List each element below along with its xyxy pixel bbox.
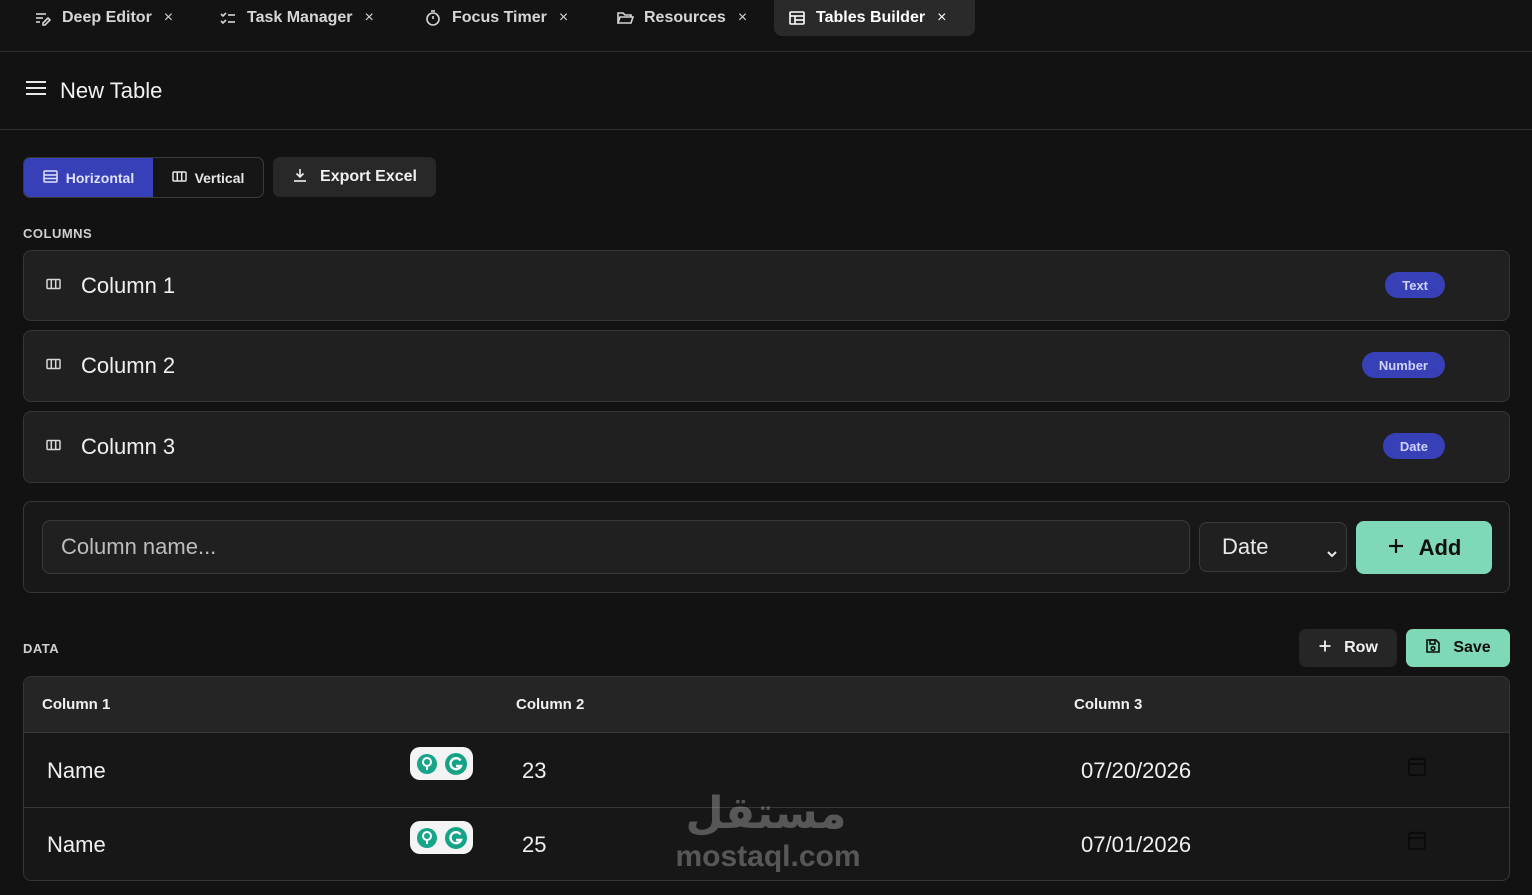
grammarly-extension-icon[interactable] xyxy=(410,821,473,854)
add-label: Add xyxy=(1418,534,1462,560)
plus-icon xyxy=(1387,535,1405,561)
close-icon[interactable]: × xyxy=(559,9,568,27)
column-type-select[interactable]: Date xyxy=(1199,522,1347,572)
cell-number-input[interactable]: 25 xyxy=(522,832,546,858)
cell-date-input[interactable]: 07/01/2026 xyxy=(1081,832,1191,858)
chevron-down-icon xyxy=(1326,540,1338,566)
checklist-icon xyxy=(219,9,237,27)
column-name-input[interactable] xyxy=(42,520,1190,574)
column-name: Column 3 xyxy=(81,434,176,459)
page-header: New Table xyxy=(0,52,1532,130)
calendar-icon[interactable] xyxy=(1408,756,1426,781)
data-section-label: DATA xyxy=(23,641,60,656)
columns-icon xyxy=(46,357,61,375)
calendar-icon[interactable] xyxy=(1408,830,1426,855)
add-row-button[interactable]: Row xyxy=(1299,629,1397,667)
column-type-value: Date xyxy=(1222,534,1269,559)
plus-icon xyxy=(1318,639,1332,658)
column-type-badge: Text xyxy=(1385,272,1445,298)
column-name: Column 1 xyxy=(81,272,176,298)
close-icon[interactable]: × xyxy=(365,9,374,27)
columns-icon xyxy=(46,277,61,295)
save-label: Save xyxy=(1453,639,1491,656)
tab-deep-editor[interactable]: Deep Editor × xyxy=(20,0,187,36)
page-title: New Table xyxy=(60,77,163,103)
tab-task-manager[interactable]: Task Manager × xyxy=(205,0,388,36)
watermark: مستقل mostaql.com xyxy=(673,788,863,878)
tab-resources[interactable]: Resources × xyxy=(602,0,761,36)
column-card[interactable]: Column 3 Date xyxy=(23,411,1510,483)
table-icon xyxy=(788,9,806,27)
folder-open-icon xyxy=(616,9,634,27)
column-type-badge: Number xyxy=(1361,352,1445,378)
column-card[interactable]: Column 1 Text xyxy=(23,250,1510,321)
menu-icon[interactable] xyxy=(24,76,48,105)
close-icon[interactable]: × xyxy=(937,9,946,27)
layout-vertical-button[interactable]: Vertical xyxy=(153,158,263,197)
table-header-cell: Column 3 xyxy=(1074,696,1143,713)
cell-text-input[interactable]: Name xyxy=(47,832,106,858)
table-header-row: Column 1 Column 2 Column 3 xyxy=(24,677,1509,733)
tab-label: Resources xyxy=(644,9,726,26)
table-header-cell: Column 1 xyxy=(42,696,111,713)
export-label: Export Excel xyxy=(320,168,417,185)
layout-horizontal-button[interactable]: Horizontal xyxy=(24,158,153,197)
columns-section-label: COLUMNS xyxy=(23,226,93,241)
tab-label: Task Manager xyxy=(247,9,353,26)
rows-icon xyxy=(43,169,58,187)
close-icon[interactable]: × xyxy=(164,9,173,27)
export-excel-button[interactable]: Export Excel xyxy=(273,157,436,197)
row-label: Row xyxy=(1344,639,1378,656)
column-type-badge: Date xyxy=(1382,433,1445,459)
tab-label: Tables Builder xyxy=(816,9,926,26)
column-name: Column 2 xyxy=(81,353,176,378)
download-icon xyxy=(292,167,308,188)
tab-tables-builder[interactable]: Tables Builder × xyxy=(774,0,975,36)
cell-text-input[interactable]: Name xyxy=(47,758,106,784)
tab-bar: Deep Editor × Task Manager × Focus Timer… xyxy=(0,0,1532,52)
columns-icon xyxy=(46,438,61,456)
layout-vertical-label: Vertical xyxy=(194,169,245,186)
table-header-cell: Column 2 xyxy=(516,696,585,713)
column-card[interactable]: Column 2 Number xyxy=(23,330,1510,402)
watermark-arabic: مستقل xyxy=(685,788,847,839)
save-button[interactable]: Save xyxy=(1406,629,1510,667)
close-icon[interactable]: × xyxy=(738,9,747,27)
floppy-disk-icon xyxy=(1425,638,1441,659)
watermark-latin: mostaql.com xyxy=(675,840,861,873)
layout-toggle: Horizontal Vertical xyxy=(23,157,264,198)
tab-focus-timer[interactable]: Focus Timer × xyxy=(410,0,582,36)
add-column-form: Date Add xyxy=(23,501,1510,593)
cell-date-input[interactable]: 07/20/2026 xyxy=(1081,758,1191,784)
edit-lines-icon xyxy=(34,9,52,27)
timer-icon xyxy=(424,9,442,27)
tab-label: Focus Timer xyxy=(452,9,547,26)
tab-label: Deep Editor xyxy=(62,9,152,26)
columns-icon xyxy=(171,169,187,187)
cell-number-input[interactable]: 23 xyxy=(522,758,546,784)
layout-horizontal-label: Horizontal xyxy=(65,169,135,186)
add-column-button[interactable]: Add xyxy=(1356,521,1492,574)
grammarly-extension-icon[interactable] xyxy=(410,747,473,780)
